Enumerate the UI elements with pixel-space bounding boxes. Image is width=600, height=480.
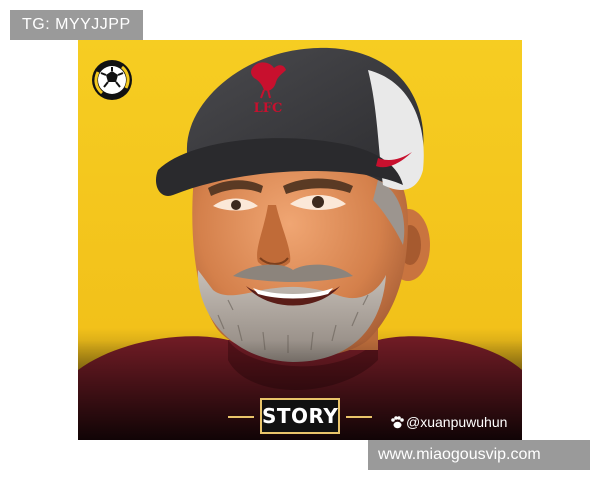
tg-watermark-label: TG: MYYJJPP	[10, 10, 143, 40]
portrait-illustration: LFC	[78, 40, 522, 440]
story-label: STORY	[260, 398, 340, 434]
football-logo-icon	[92, 60, 132, 100]
cap-lfc-text: LFC	[254, 101, 283, 116]
handle-text: @xuanpuwuhun	[406, 414, 508, 430]
page: LFC STORY @xuanpuwuhun TG: MYYJJPP www.m…	[0, 0, 600, 480]
story-divider-right	[346, 416, 372, 418]
story-divider-left	[228, 416, 254, 418]
paw-icon	[391, 416, 404, 429]
illustration-poster: LFC STORY @xuanpuwuhun	[78, 40, 522, 440]
site-watermark-label: www.miaogousvip.com	[368, 440, 590, 470]
creator-handle: @xuanpuwuhun	[390, 414, 507, 430]
